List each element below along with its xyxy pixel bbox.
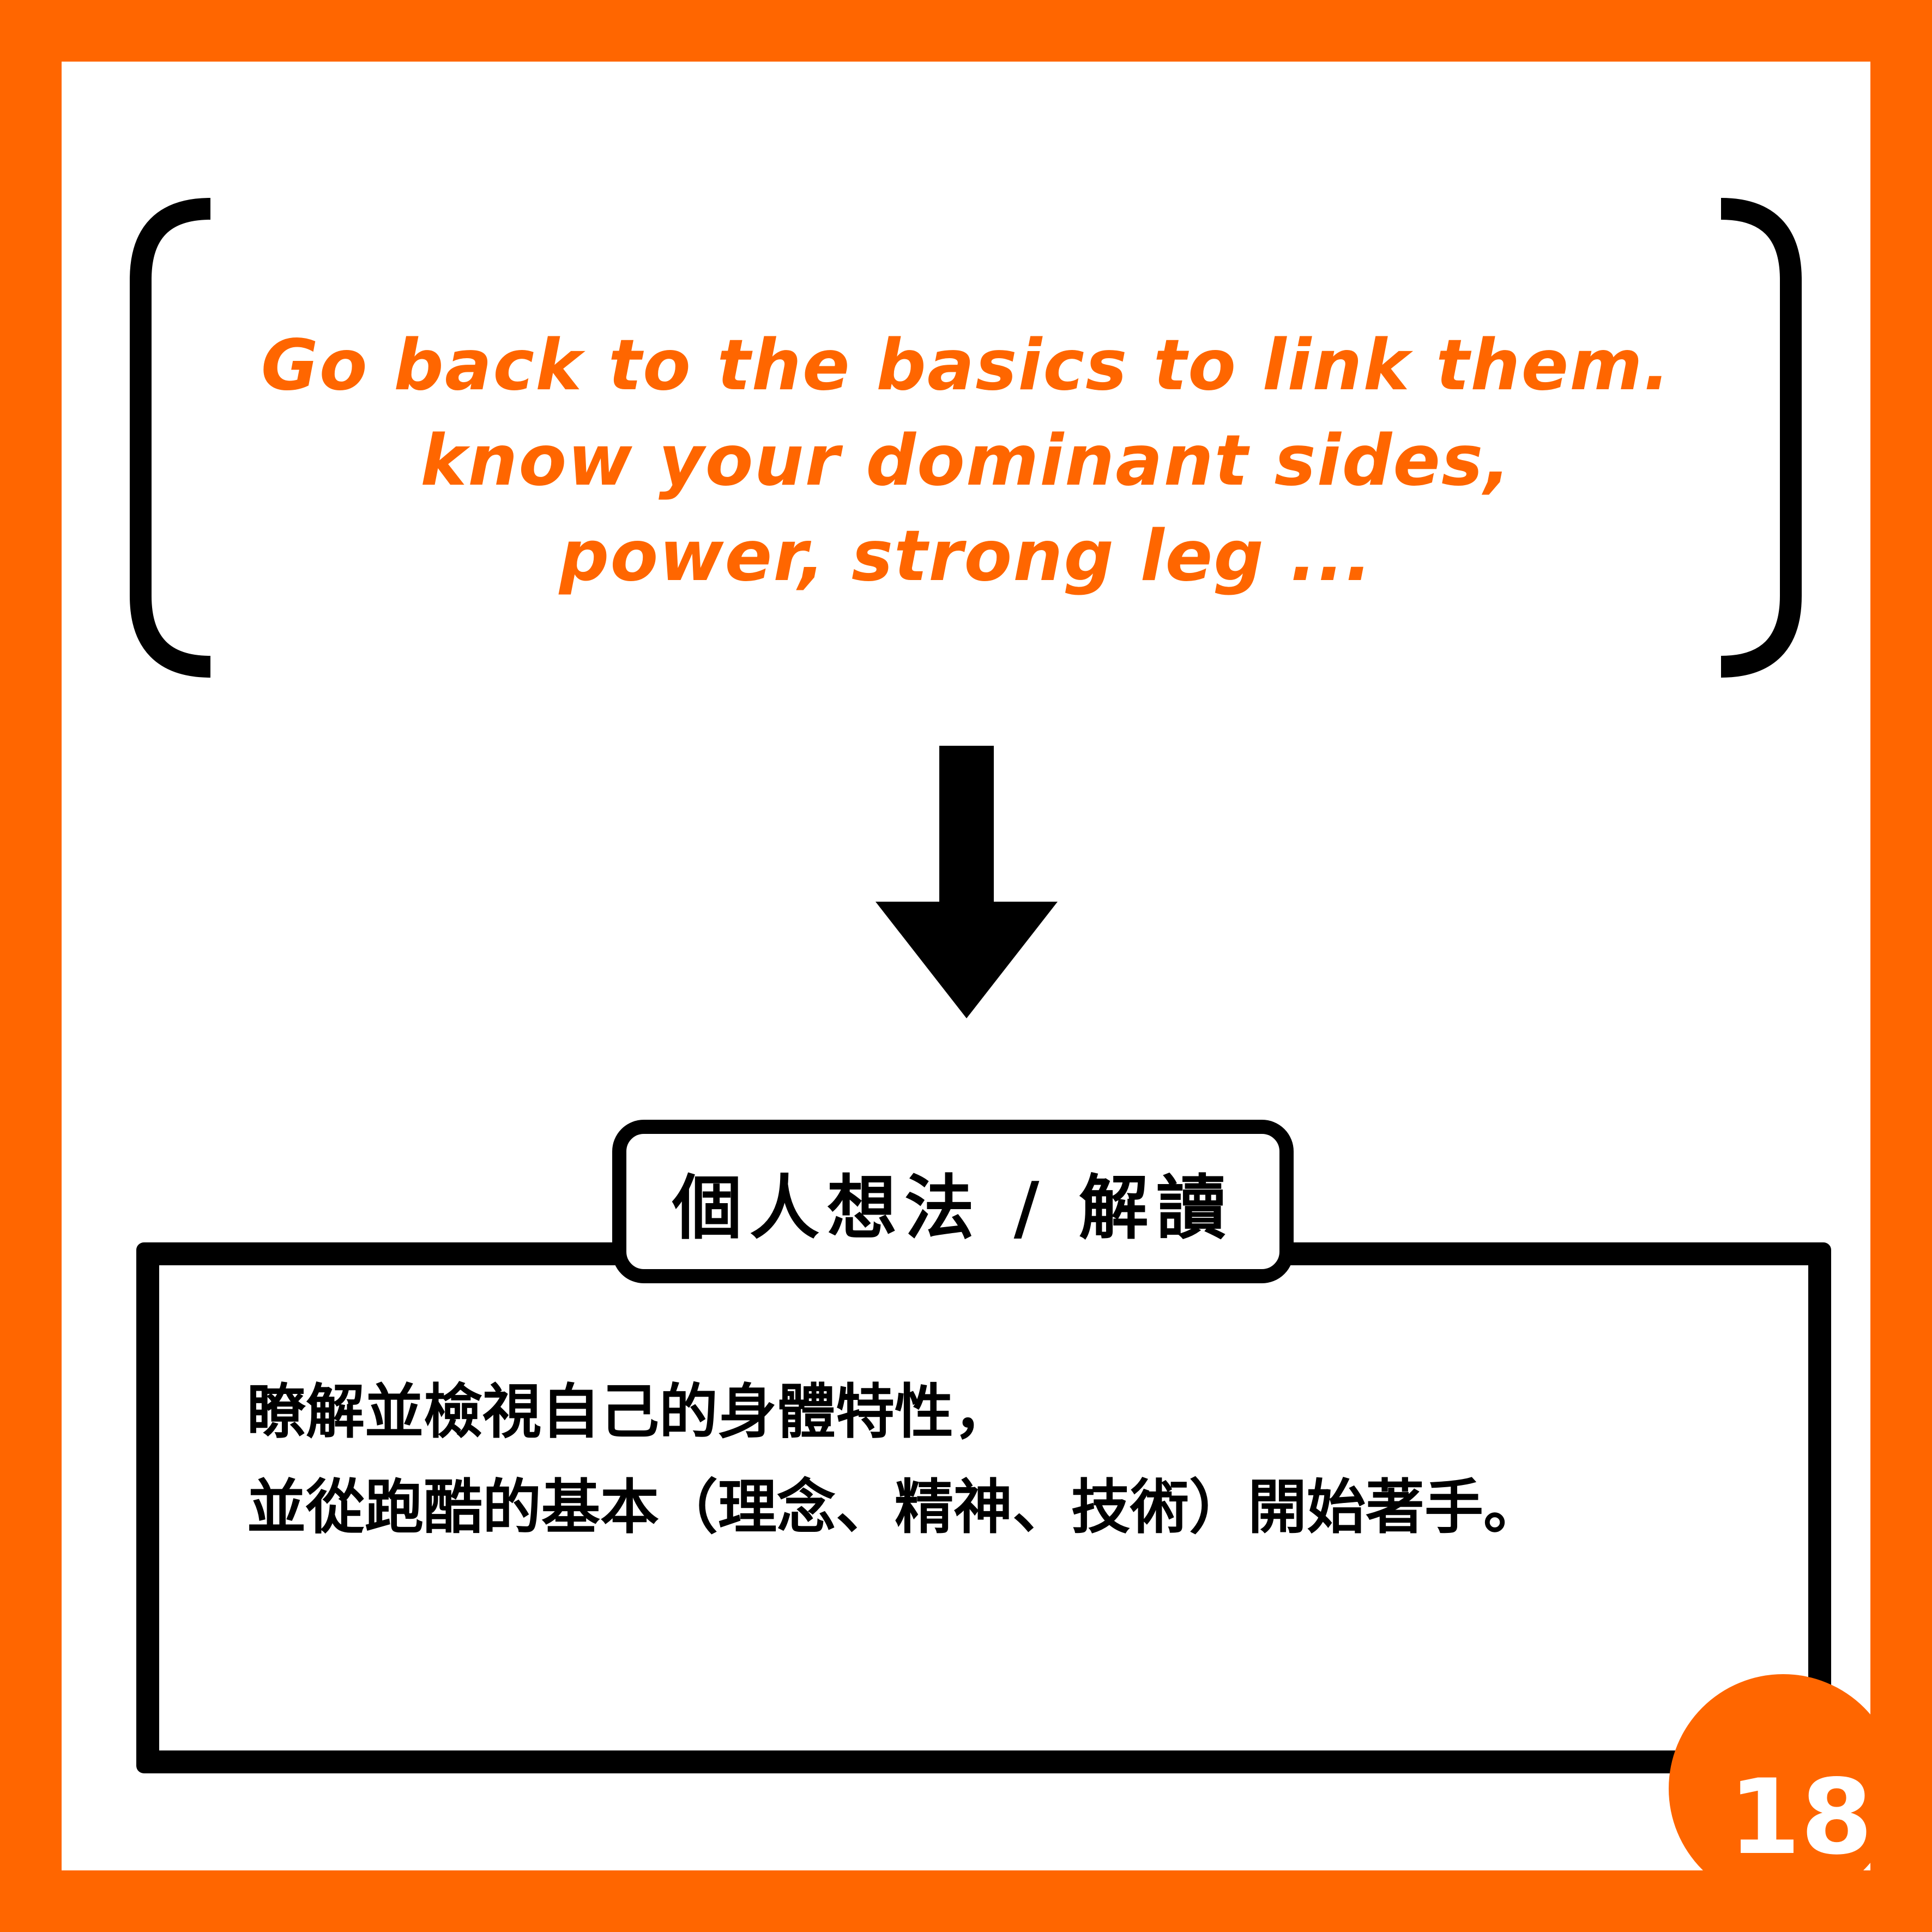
right-bracket-icon [1720, 198, 1802, 678]
content-card: Go back to the basics to link them. know… [62, 62, 1870, 1870]
note-label-tab: 個人想法 / 解讀 [612, 1120, 1294, 1283]
page-number: 18 [1728, 1756, 1870, 1871]
note-line: 並從跑酷的基本（理念、精神、技術）開始著手。 [247, 1474, 1543, 1542]
note-text: 瞭解並檢視自己的身體特性， 並從跑酷的基本（理念、精神、技術）開始著手。 [247, 1365, 1719, 1555]
down-arrow-icon [876, 746, 1058, 1018]
left-bracket-icon [130, 198, 211, 678]
note-label: 個人想法 / 解讀 [672, 1167, 1234, 1249]
quote-text: Go back to the basics to link them. know… [225, 318, 1707, 604]
note-line: 瞭解並檢視自己的身體特性， [247, 1378, 1013, 1446]
quote-line: power, strong leg ... [559, 516, 1373, 597]
quote-line: Go back to the basics to link them. [261, 325, 1671, 406]
quote-line: know your dominant sides, [420, 420, 1512, 502]
